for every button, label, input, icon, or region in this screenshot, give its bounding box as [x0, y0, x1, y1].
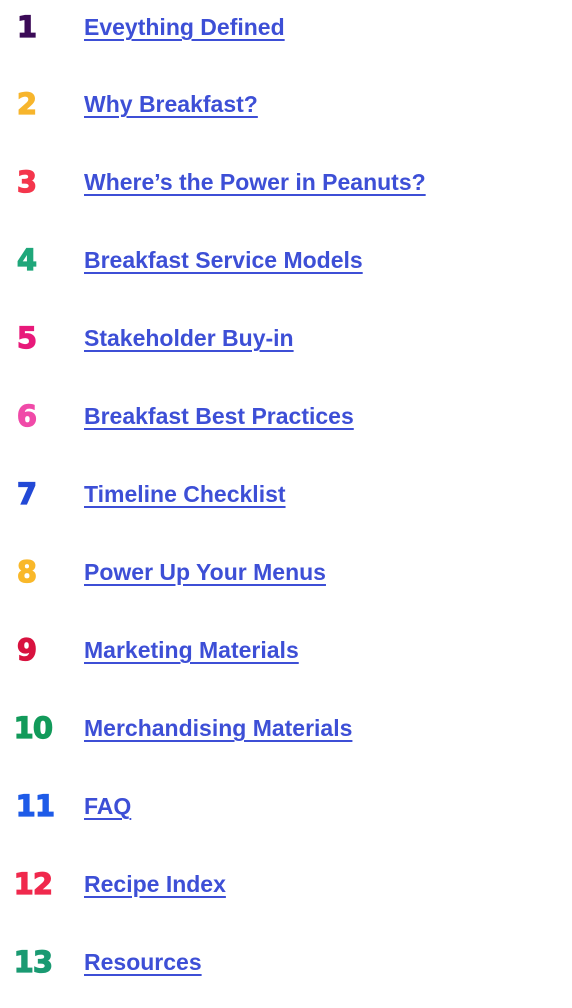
section-link[interactable]: Breakfast Service Models	[84, 240, 363, 280]
section-number: 12	[13, 866, 54, 901]
table-of-contents: 1 Eveything Defined 2 Why Breakfast? 3 W…	[0, 0, 572, 1008]
section-number: 2	[16, 86, 37, 121]
section-link[interactable]: Breakfast Best Practices	[84, 396, 354, 436]
section-link[interactable]: Power Up Your Menus	[84, 552, 326, 592]
toc-item-5: 5 Stakeholder Buy-in	[0, 318, 572, 358]
section-number: 13	[13, 944, 54, 979]
section-number: 5	[16, 320, 37, 355]
toc-item-13: 13 Resources	[0, 942, 572, 982]
section-link[interactable]: Timeline Checklist	[84, 474, 286, 514]
toc-item-6: 6 Breakfast Best Practices	[0, 396, 572, 436]
section-link[interactable]: Resources	[84, 942, 202, 982]
section-number: 6	[16, 398, 37, 433]
toc-item-7: 7 Timeline Checklist	[0, 474, 572, 514]
toc-item-11: 11 FAQ	[0, 786, 572, 826]
toc-item-12: 12 Recipe Index	[0, 864, 572, 904]
section-number: 3	[16, 164, 37, 199]
toc-item-4: 4 Breakfast Service Models	[0, 240, 572, 280]
section-link[interactable]: Where’s the Power in Peanuts?	[84, 162, 426, 202]
section-link[interactable]: Why Breakfast?	[84, 84, 258, 124]
toc-item-3: 3 Where’s the Power in Peanuts?	[0, 162, 572, 202]
section-number: 1	[16, 9, 37, 44]
section-link[interactable]: Recipe Index	[84, 864, 226, 904]
toc-item-8: 8 Power Up Your Menus	[0, 552, 572, 592]
toc-item-2: 2 Why Breakfast?	[0, 84, 572, 124]
section-number: 4	[16, 242, 37, 277]
section-link[interactable]: Eveything Defined	[84, 7, 285, 47]
section-number: 8	[16, 554, 37, 589]
section-number: 10	[13, 710, 54, 745]
toc-item-9: 9 Marketing Materials	[0, 630, 572, 670]
section-number: 9	[16, 632, 37, 667]
section-link[interactable]: Marketing Materials	[84, 630, 299, 670]
section-link[interactable]: FAQ	[84, 786, 131, 826]
section-number: 11	[15, 788, 56, 823]
toc-item-1: 1 Eveything Defined	[0, 7, 572, 47]
toc-item-10: 10 Merchandising Materials	[0, 708, 572, 748]
section-link[interactable]: Stakeholder Buy-in	[84, 318, 294, 358]
section-number: 7	[16, 476, 37, 511]
section-link[interactable]: Merchandising Materials	[84, 708, 352, 748]
